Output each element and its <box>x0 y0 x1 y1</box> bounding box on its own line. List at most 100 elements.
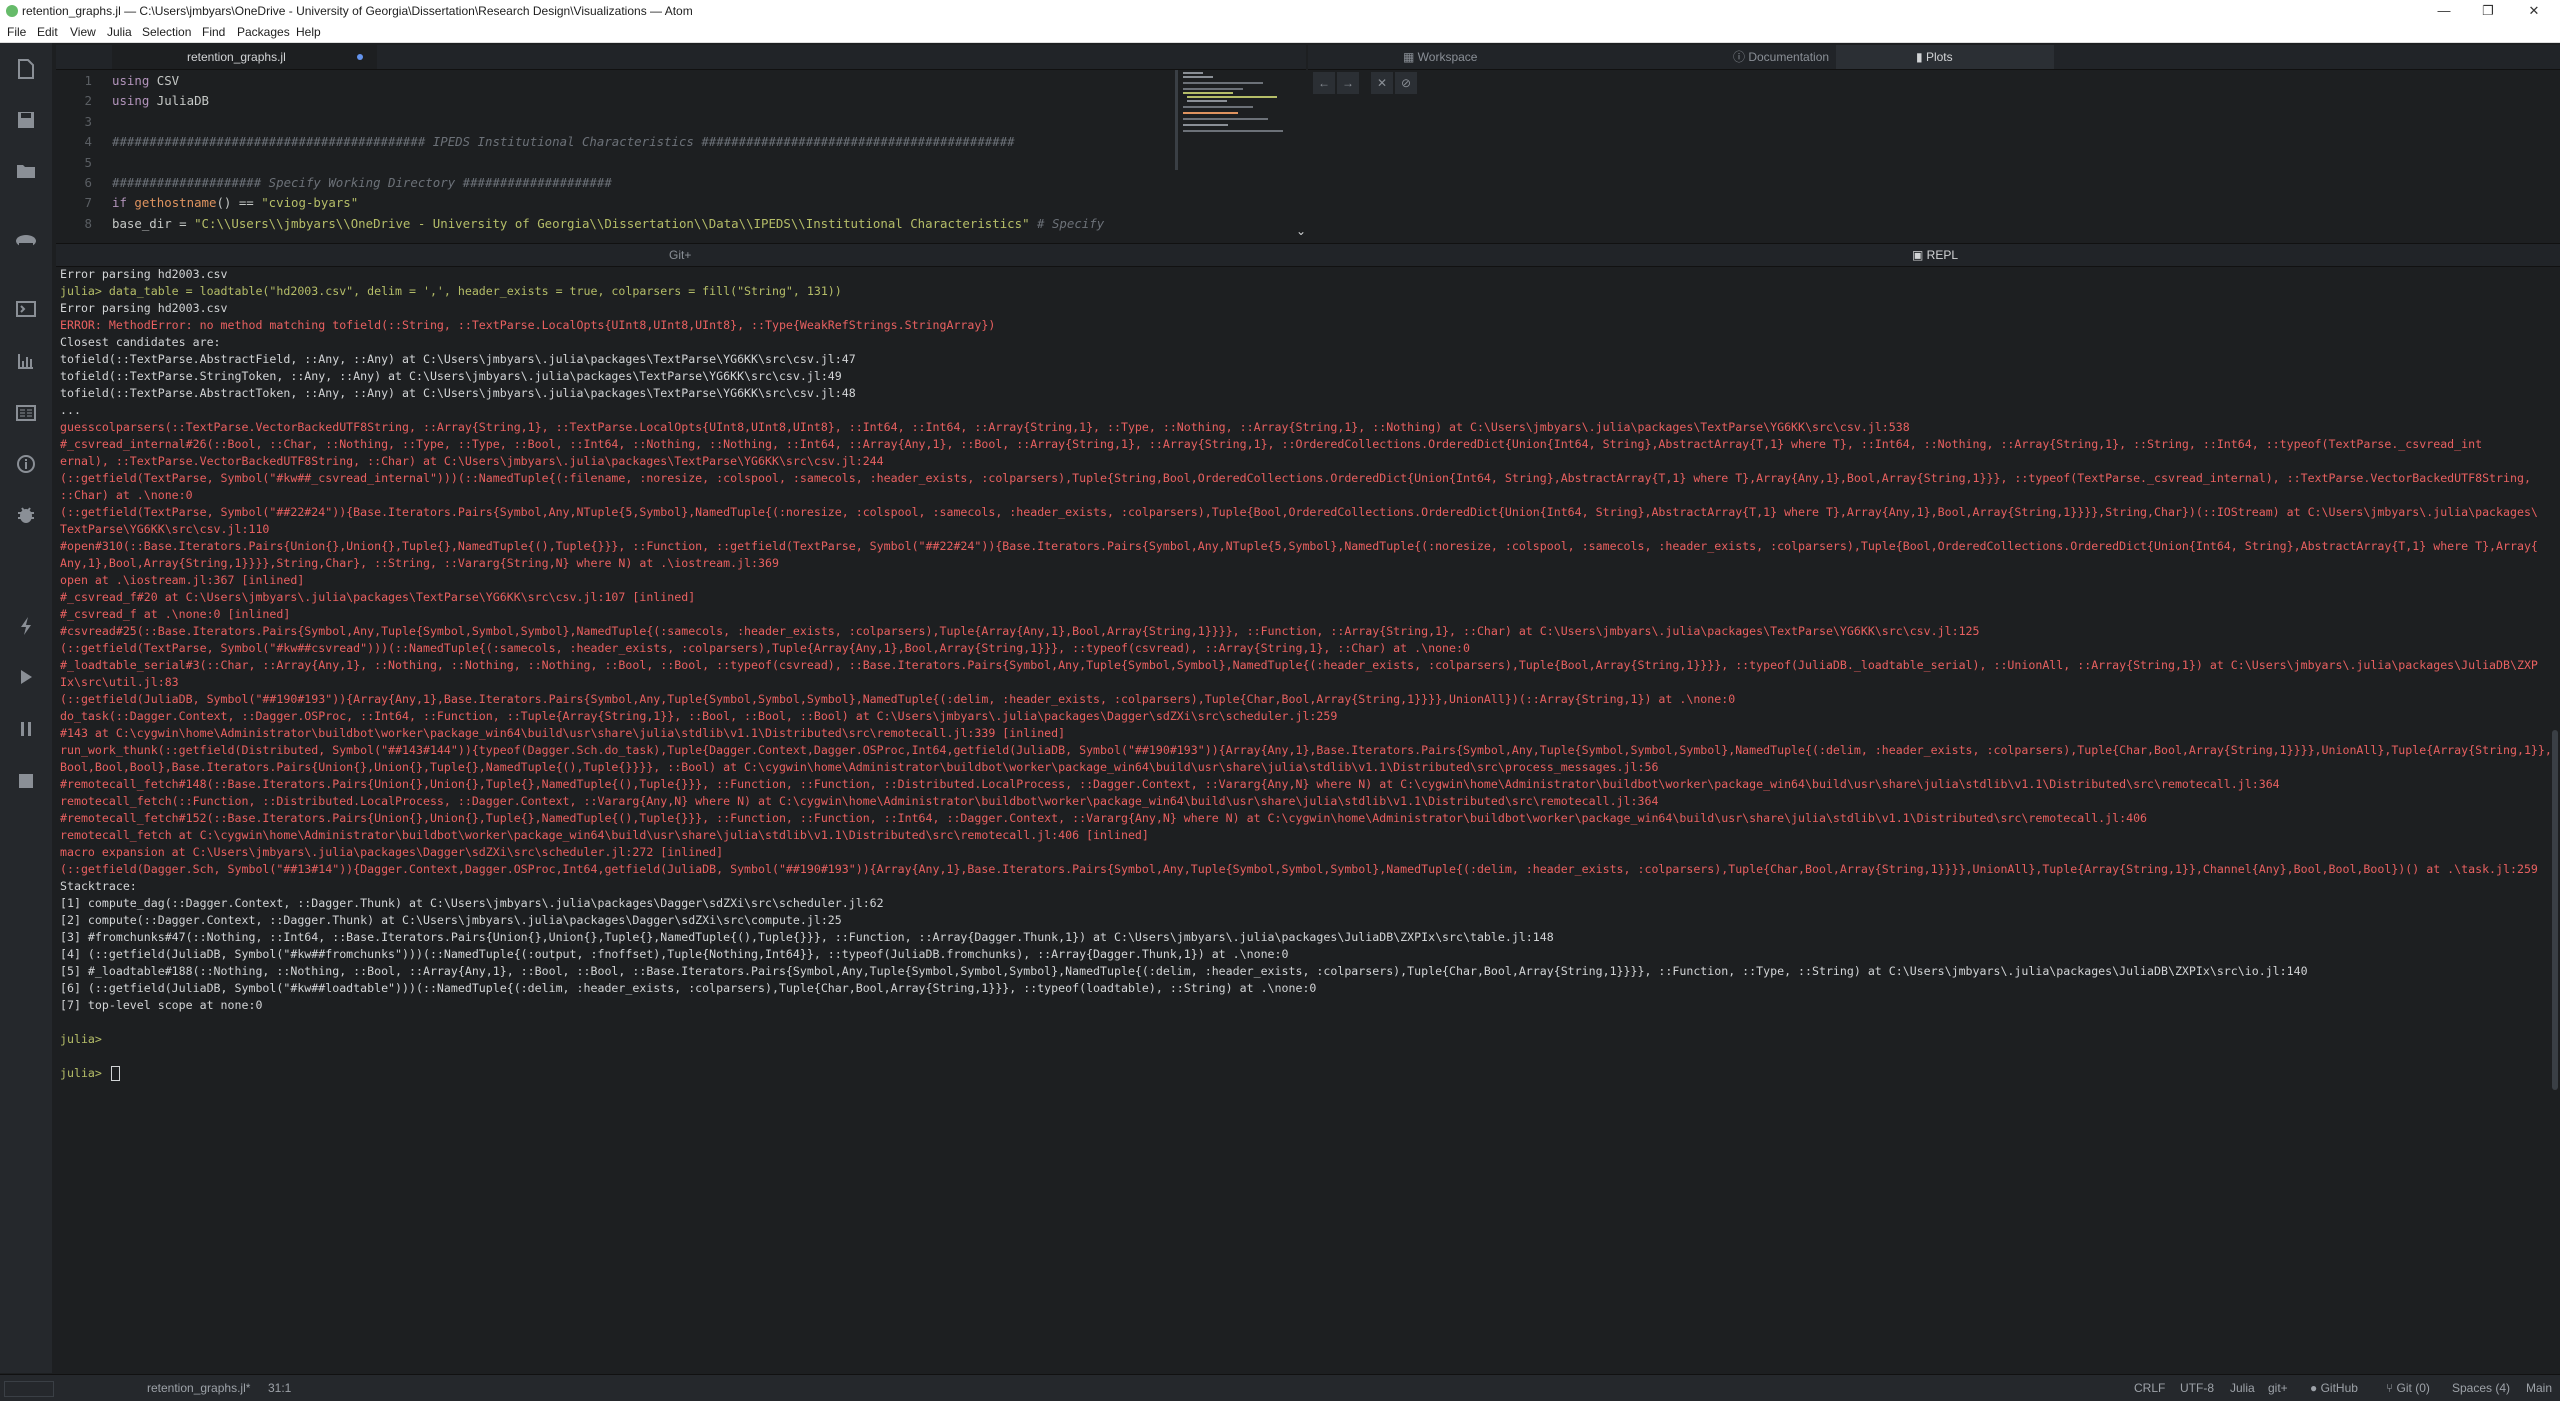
repl-output-line: Error parsing hd2003.csv <box>60 267 228 281</box>
repl-output-line: [7] top-level scope at none:0 <box>60 998 263 1012</box>
info-icon[interactable] <box>14 452 38 476</box>
menu-packages[interactable]: Packages <box>237 25 290 39</box>
line-number: 3 <box>84 113 92 129</box>
save-icon[interactable] <box>14 108 38 132</box>
menu-view[interactable]: View <box>70 25 96 39</box>
previous-plot-button[interactable]: ← <box>1313 72 1335 94</box>
status-file[interactable]: retention_graphs.jl* <box>147 1381 250 1395</box>
line-number: 7 <box>84 195 92 211</box>
plot-icon: ▮ <box>1916 50 1926 64</box>
repl-prompt-line: julia> data_table = loadtable("hd2003.cs… <box>60 284 842 298</box>
new-file-icon[interactable] <box>14 57 38 81</box>
repl-output-line: tofield(::TextParse.StringToken, ::Any, … <box>60 369 842 383</box>
clear-plots-button[interactable]: ⊘ <box>1395 72 1417 94</box>
repl-cursor[interactable] <box>110 1066 120 1081</box>
editor-tab-bar: retention_graphs.jl <box>56 45 1306 70</box>
repl-error-line: #_loadtable_serial#3(::Char, ::Array{Any… <box>60 658 2538 672</box>
repl-error-line: (::getfield(TextParse, Symbol("#kw##csvr… <box>60 641 1470 655</box>
maximize-button[interactable]: ❐ <box>2468 2 2508 20</box>
repl-error-line: Any,1},Bool,Array{String,1}}}},String,Ch… <box>60 556 779 570</box>
repl-error-line: ::Char) at .\none:0 <box>60 488 193 502</box>
line-text: ########################################… <box>112 134 1015 150</box>
status-git-plus[interactable]: git+ <box>2268 1381 2288 1395</box>
status-git[interactable]: ⑂ Git (0) <box>2386 1381 2430 1395</box>
tab-workspace[interactable]: ▦ Workspace <box>1308 45 1638 69</box>
menu-file[interactable]: File <box>7 25 26 39</box>
run-icon[interactable] <box>14 614 38 638</box>
editor-tab[interactable]: retention_graphs.jl <box>112 45 377 69</box>
collapse-editor-icon[interactable]: ⌄ <box>1296 224 1312 240</box>
tab-repl[interactable]: ▣ REPL <box>1912 248 1958 262</box>
line-number: 8 <box>84 215 92 231</box>
tab-plots[interactable]: ▮ Plots <box>1836 45 2054 69</box>
next-plot-button[interactable]: → <box>1337 72 1359 94</box>
docs-icon[interactable] <box>14 401 38 425</box>
git-branch-icon: ⑂ <box>2386 1381 2397 1395</box>
line-number: 4 <box>84 134 92 150</box>
repl-output-line: [5] #_loadtable#188(::Nothing, ::Nothing… <box>60 964 2308 978</box>
minimap[interactable] <box>1175 70 1295 170</box>
repl-scrollbar[interactable] <box>2552 730 2558 1090</box>
code-editor[interactable]: 1 using CSV 2 using JuliaDB 3 4 ##############… <box>56 70 1306 235</box>
repl-error-line: do_task(::Dagger.Context, ::Dagger.OSPro… <box>60 709 1338 723</box>
repl-error-line: (::getfield(JuliaDB, Symbol("##190#193")… <box>60 692 1736 706</box>
close-plot-button[interactable]: ✕ <box>1371 72 1393 94</box>
repl-output-line: Error parsing hd2003.csv <box>60 301 228 315</box>
line-number: 5 <box>84 154 92 170</box>
repl-error-line: #csvread#25(::Base.Iterators.Pairs{Symbo… <box>60 624 1980 638</box>
line-text: base_dir = "C:\\Users\\jmbyars\\OneDrive… <box>112 215 1105 231</box>
tab-git-plus[interactable]: Git+ <box>669 248 691 262</box>
side-panel-tabs: ▦ Workspace ⓘ Documentation ▮ Plots <box>1308 45 2560 70</box>
repl-output-line: [2] compute(::Dagger.Context, ::Dagger.T… <box>60 913 842 927</box>
info-icon: ⓘ <box>1733 50 1749 64</box>
menu-bar: File Edit View Julia Selection Find Pack… <box>0 22 2560 43</box>
status-indent[interactable]: Spaces (4) <box>2452 1381 2510 1395</box>
line-text: if gethostname() == "cviog-byars" <box>112 195 359 211</box>
minimize-button[interactable]: — <box>2424 2 2464 20</box>
menu-edit[interactable]: Edit <box>37 25 58 39</box>
repl-error-line: TextParse\YG6KK\src\csv.jl:110 <box>60 522 270 536</box>
modified-indicator <box>357 54 363 60</box>
repl-output-line: tofield(::TextParse.AbstractField, ::Any… <box>60 352 856 366</box>
line-text: #################### Specify Working Dir… <box>112 175 612 190</box>
plot-icon[interactable] <box>14 349 38 373</box>
debug-icon[interactable] <box>14 503 38 527</box>
repl-error-line: (::getfield(TextParse, Symbol("##22#24")… <box>60 505 2538 519</box>
repl-error-line: remotecall_fetch(::Function, ::Distribut… <box>60 794 1659 808</box>
repl-error-line: run_work_thunk(::getfield(Distributed, S… <box>60 743 2552 757</box>
repl-output-line: [1] compute_dag(::Dagger.Context, ::Dagg… <box>60 896 884 910</box>
workspace-icon: ▦ <box>1403 50 1418 64</box>
menu-selection[interactable]: Selection <box>142 25 191 39</box>
open-folder-icon[interactable] <box>14 159 38 183</box>
play-icon[interactable] <box>14 665 38 689</box>
repl-error-line: open at .\iostream.jl:367 [inlined] <box>60 573 305 587</box>
menu-find[interactable]: Find <box>202 25 225 39</box>
status-module[interactable]: Main <box>2526 1381 2552 1395</box>
repl-error-line: Bool,Bool,Bool},Base.Iterators.Pairs{Uni… <box>60 760 1659 774</box>
repl-error-line: #remotecall_fetch#152(::Base.Iterators.P… <box>60 811 2148 825</box>
repl-output-line: tofield(::TextParse.AbstractToken, ::Any… <box>60 386 856 400</box>
stop-icon[interactable] <box>14 769 38 793</box>
close-window-button[interactable]: ✕ <box>2514 2 2554 20</box>
julia-client-icon[interactable] <box>14 229 38 253</box>
julia-repl[interactable]: Error parsing hd2003.csv julia> data_tabl… <box>56 266 2556 1366</box>
pause-icon[interactable] <box>14 717 38 741</box>
status-cursor[interactable]: 31:1 <box>268 1381 291 1395</box>
status-github[interactable]: ● GitHub <box>2310 1381 2358 1395</box>
repl-error-line: Ix\src\util.jl:83 <box>60 675 179 689</box>
repl-prompt-line: julia> <box>60 1032 102 1046</box>
terminal-icon: ▣ <box>1912 248 1927 262</box>
repl-error-line: guesscolparsers(::TextParse.VectorBacked… <box>60 420 1910 434</box>
status-grammar[interactable]: Julia <box>2230 1381 2255 1395</box>
line-text: using JuliaDB <box>112 93 209 109</box>
repl-error-line: remotecall_fetch at C:\cygwin\home\Admin… <box>60 828 1149 842</box>
menu-julia[interactable]: Julia <box>107 25 132 39</box>
terminal-icon[interactable] <box>14 297 38 321</box>
status-line-ending[interactable]: CRLF <box>2134 1381 2165 1395</box>
menu-help[interactable]: Help <box>296 25 321 39</box>
editor-tab-label: retention_graphs.jl <box>187 50 286 64</box>
status-encoding[interactable]: UTF-8 <box>2180 1381 2214 1395</box>
repl-error-line: #_csvread_f at .\none:0 [inlined] <box>60 607 291 621</box>
window-title: retention_graphs.jl — C:\Users\jmbyars\O… <box>22 4 693 18</box>
repl-output-line: [6] (::getfield(JuliaDB, Symbol("#kw##lo… <box>60 981 1317 995</box>
